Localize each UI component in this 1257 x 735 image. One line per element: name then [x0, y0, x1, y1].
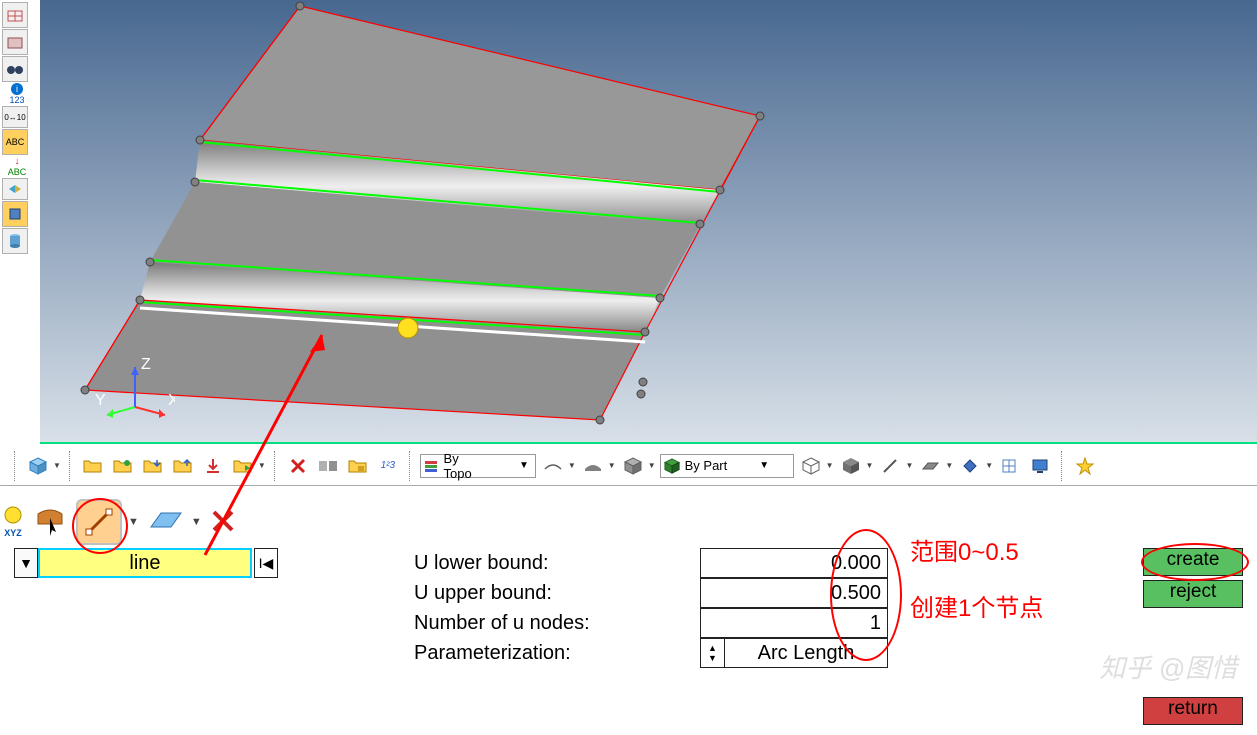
- create-button[interactable]: create: [1143, 548, 1243, 576]
- selection-reset-button[interactable]: I◀: [254, 548, 278, 578]
- watermark: 知乎 @图惜: [1099, 648, 1237, 685]
- color-toggle-icon[interactable]: [2, 178, 28, 200]
- abc-yellow-icon[interactable]: ABC: [2, 129, 28, 155]
- open-file-icon[interactable]: [80, 453, 106, 479]
- favorite-star-icon[interactable]: [1072, 453, 1098, 479]
- annotation-create-node-text: 创建1个节点: [910, 588, 1043, 623]
- u-upper-label: U upper bound:: [414, 578, 590, 608]
- secondary-toolbar: XYZ ▼ ▼: [2, 500, 236, 544]
- selection-row: ▼ line I◀: [14, 548, 278, 578]
- shaded-cube-icon[interactable]: [838, 453, 864, 479]
- binoculars-icon[interactable]: [2, 56, 28, 82]
- save-file-icon[interactable]: [110, 453, 136, 479]
- by-topo-dropdown[interactable]: By Topo ▼: [420, 454, 536, 478]
- line-tool-button[interactable]: [76, 499, 122, 545]
- action-buttons: create reject: [1143, 548, 1243, 608]
- cursor-select-button[interactable]: [32, 504, 68, 541]
- param-mode-spinner[interactable]: ▲▼: [700, 638, 724, 668]
- delete-x-icon[interactable]: [285, 453, 311, 479]
- file-ops-dropdown[interactable]: ▼: [258, 461, 266, 470]
- main-toolbar: ▼ ▼ 1²3 By Topo ▼ ▼ ▼ ▼ By Part ▼ ▼ ▼ ▼ …: [0, 446, 1257, 486]
- xyz-nodes-button[interactable]: XYZ: [2, 506, 24, 538]
- 3d-viewport[interactable]: X Y Z: [40, 0, 1257, 444]
- line-tool-icon[interactable]: [877, 453, 903, 479]
- load-icon[interactable]: [200, 453, 226, 479]
- num-u-label: Number of u nodes:: [414, 608, 590, 638]
- u-upper-input[interactable]: 0.500: [700, 578, 888, 608]
- replace-icon[interactable]: [315, 453, 341, 479]
- selector-iso-icon[interactable]: [25, 453, 51, 479]
- surface-tool-button[interactable]: [147, 507, 185, 538]
- organize-icon[interactable]: [345, 453, 371, 479]
- run-icon[interactable]: [230, 453, 256, 479]
- parameter-labels: U lower bound: U upper bound: Number of …: [414, 548, 590, 668]
- iso-view-icon[interactable]: [620, 453, 646, 479]
- plane-icon[interactable]: [917, 453, 943, 479]
- wireframe-cube-icon[interactable]: [798, 453, 824, 479]
- selection-dropdown-toggle[interactable]: ▼: [14, 548, 38, 578]
- shaded-icon[interactable]: [580, 453, 606, 479]
- annotation-range-text: 范围0~0.5: [910, 532, 1019, 567]
- info-123-icon[interactable]: i123: [2, 83, 32, 105]
- measure-icon[interactable]: 0↔10: [2, 106, 28, 128]
- hidden-line-icon[interactable]: [540, 453, 566, 479]
- diamond-icon[interactable]: [957, 453, 983, 479]
- parameter-inputs: 0.000 0.500 1 ▲▼ Arc Length: [700, 548, 888, 668]
- monitor-icon[interactable]: [1027, 453, 1053, 479]
- u-lower-label: U lower bound:: [414, 548, 590, 578]
- selection-current-button[interactable]: line: [38, 548, 252, 578]
- import-file-icon[interactable]: [140, 453, 166, 479]
- mesh-check-icon[interactable]: [997, 453, 1023, 479]
- u-lower-input[interactable]: 0.000: [700, 548, 888, 578]
- param-mode-select[interactable]: Arc Length: [724, 638, 888, 668]
- grid-perspective-icon[interactable]: [2, 2, 28, 28]
- selector-dropdown[interactable]: ▼: [53, 461, 61, 470]
- surface-tool-dropdown[interactable]: ▼: [191, 516, 202, 528]
- grid-unshaded-icon[interactable]: [2, 29, 28, 55]
- reject-button[interactable]: reject: [1143, 580, 1243, 608]
- delete-x-button[interactable]: [210, 508, 236, 537]
- abc-green-icon[interactable]: ↓ABC: [2, 156, 32, 177]
- param-label: Parameterization:: [414, 638, 590, 668]
- export-file-icon[interactable]: [170, 453, 196, 479]
- left-toolbar: i123 0↔10 ABC ↓ABC: [2, 2, 32, 254]
- cylinder-primitive-icon[interactable]: [2, 228, 28, 254]
- model-geometry: [40, 0, 1257, 442]
- renumber-icon[interactable]: 1²3: [375, 453, 401, 479]
- rectangle-select-icon[interactable]: [2, 201, 28, 227]
- line-tool-dropdown[interactable]: ▼: [128, 516, 139, 528]
- return-button[interactable]: return: [1143, 697, 1243, 725]
- by-part-dropdown[interactable]: By Part ▼: [660, 454, 794, 478]
- num-u-input[interactable]: 1: [700, 608, 888, 638]
